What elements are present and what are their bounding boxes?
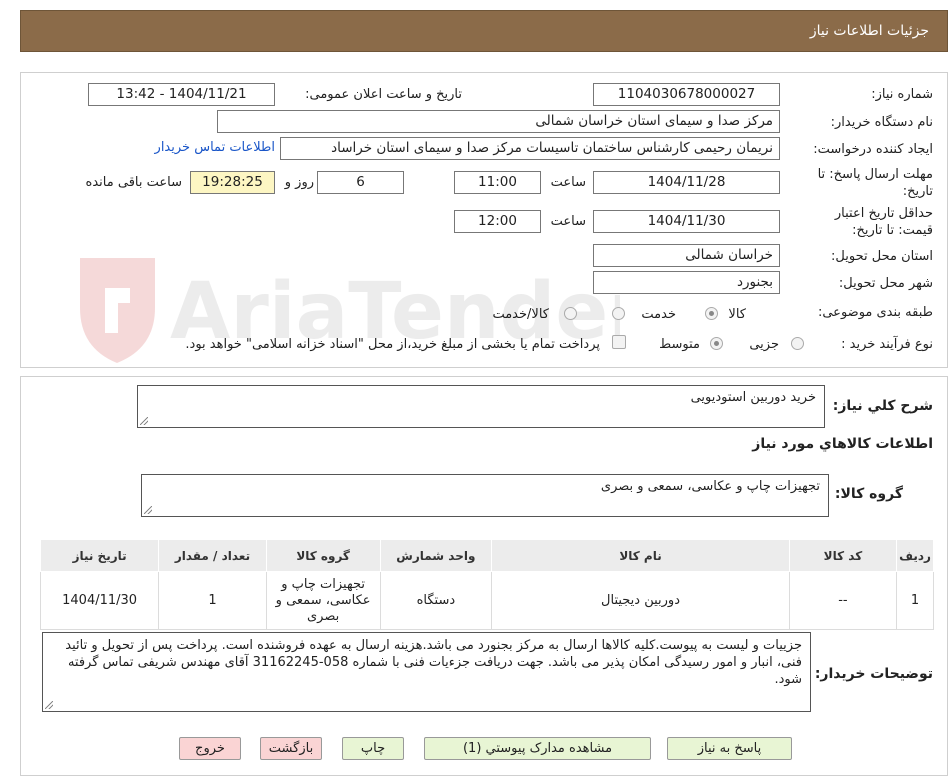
validity-date-field: 1404/11/30 [593,210,780,233]
buyer-contact-link[interactable]: اطلاعات تماس خریدار [155,140,275,155]
col-row: ردیف [896,539,934,572]
days-label: روز و [284,175,314,190]
reply-time-label: ساعت [550,175,586,190]
page-header: جزئیات اطلاعات نیاز [20,10,948,52]
creator-label: ایجاد کننده درخواست: [813,142,933,157]
cell-group: تجهیزات چاپ و عکاسی، سمعی و بصری [265,571,381,630]
remaining-label: ساعت باقی مانده [85,175,182,190]
reply-deadline-label: مهلت ارسال پاسخ: تا [817,167,933,182]
treasury-checkbox[interactable] [612,335,626,349]
province-label: استان محل تحویل: [831,249,933,264]
summary-label: شرح کلي نياز: [832,398,933,414]
resize-grip-icon[interactable] [140,417,148,425]
table-header-row: ردیف کد کالا نام کالا واحد شمارش گروه کا… [39,539,934,572]
validity-label-2: قیمت: تا تاریخ: [852,223,933,238]
remaining-days-field: 6 [317,171,404,194]
col-qty: تعداد / مقدار [158,539,267,572]
city-label: شهر محل تحویل: [838,276,933,291]
reply-time-field: 11:00 [454,171,541,194]
cell-row: 1 [896,571,934,630]
category-label: طبقه بندی موضوعی: [817,305,933,320]
category-goods-radio[interactable] [705,307,718,320]
exit-button[interactable]: خروج [179,737,241,760]
goods-group-label: گروه کالا: [834,486,903,502]
col-name: نام کالا [491,539,790,572]
reply-date-field: 1404/11/28 [593,171,780,194]
announce-field: 1404/11/21 - 13:42 [88,83,275,106]
validity-label: حداقل تاریخ اعتبار [834,206,933,221]
need-number-label: شماره نیاز: [871,87,933,102]
back-button[interactable]: بازگشت [260,737,322,760]
col-date: تاریخ نیاز [39,539,160,572]
goods-group-textarea[interactable]: تجهیزات چاپ و عکاسی، سمعی و بصری [141,474,829,517]
process-label: نوع فرآیند خرید : [841,337,933,352]
reply-button[interactable]: پاسخ به نياز [667,737,792,760]
buyer-notes-text: جزییات و لیست به پیوست.کلیه کالاها ارسال… [65,638,802,687]
col-group: گروه کالا [265,539,381,572]
cell-name: دوربین دیجیتال [491,571,790,630]
print-button[interactable]: چاپ [342,737,404,760]
validity-time-label: ساعت [550,214,586,229]
treasury-note: پرداخت تمام یا بخشی از مبلغ خرید،از محل … [185,337,600,352]
category-service-label: خدمت [641,307,676,322]
province-field: خراسان شمالی [593,244,780,267]
col-unit: واحد شمارش [379,539,493,572]
resize-grip-icon[interactable] [45,701,53,709]
category-goods-service-label: کالا/خدمت [492,307,549,322]
need-number-field: 1104030678000027 [593,83,780,106]
remaining-time-field: 19:28:25 [190,171,275,194]
city-field: بجنورد [593,271,780,294]
view-attachments-button[interactable]: مشاهده مدارک پيوستي (1) [424,737,651,760]
creator-field: نریمان رحیمی کارشناس ساختمان تاسیسات مرک… [280,137,780,160]
validity-time-field: 12:00 [454,210,541,233]
buyer-org-field: مرکز صدا و سیمای استان خراسان شمالی [217,110,780,133]
cell-qty: 1 [158,571,267,630]
cell-date: 1404/11/30 [39,571,160,630]
process-medium-label: متوسط [659,337,700,352]
category-goods-service-radio[interactable] [564,307,577,320]
reply-deadline-label-2: تاریخ: [902,184,933,199]
goods-info-title: اطلاعات کالاهاي مورد نياز [752,436,933,452]
buyer-org-label: نام دستگاه خریدار: [830,115,933,130]
resize-grip-icon[interactable] [144,506,152,514]
process-partial-radio[interactable] [791,337,804,350]
summary-text: خرید دوربین استودیویی [690,390,816,405]
table-row[interactable]: 1 -- دوربین دیجیتال دستگاه تجهیزات چاپ و… [39,571,934,630]
cell-unit: دستگاه [379,571,493,630]
process-partial-label: جزیی [749,337,779,352]
summary-textarea[interactable]: خرید دوربین استودیویی [137,385,825,428]
category-goods-label: کالا [728,307,746,322]
process-medium-radio[interactable] [710,337,723,350]
cell-code: -- [788,571,898,630]
goods-table: ردیف کد کالا نام کالا واحد شمارش گروه کا… [39,539,934,630]
buyer-notes-label: توضیحات خریدار: [814,666,933,682]
col-code: کد کالا [788,539,898,572]
category-service-radio[interactable] [612,307,625,320]
page-title: جزئیات اطلاعات نیاز [809,23,929,39]
buyer-notes-textarea[interactable]: جزییات و لیست به پیوست.کلیه کالاها ارسال… [42,632,811,712]
goods-group-text: تجهیزات چاپ و عکاسی، سمعی و بصری [600,479,820,494]
announce-label: تاریخ و ساعت اعلان عمومی: [305,87,462,102]
